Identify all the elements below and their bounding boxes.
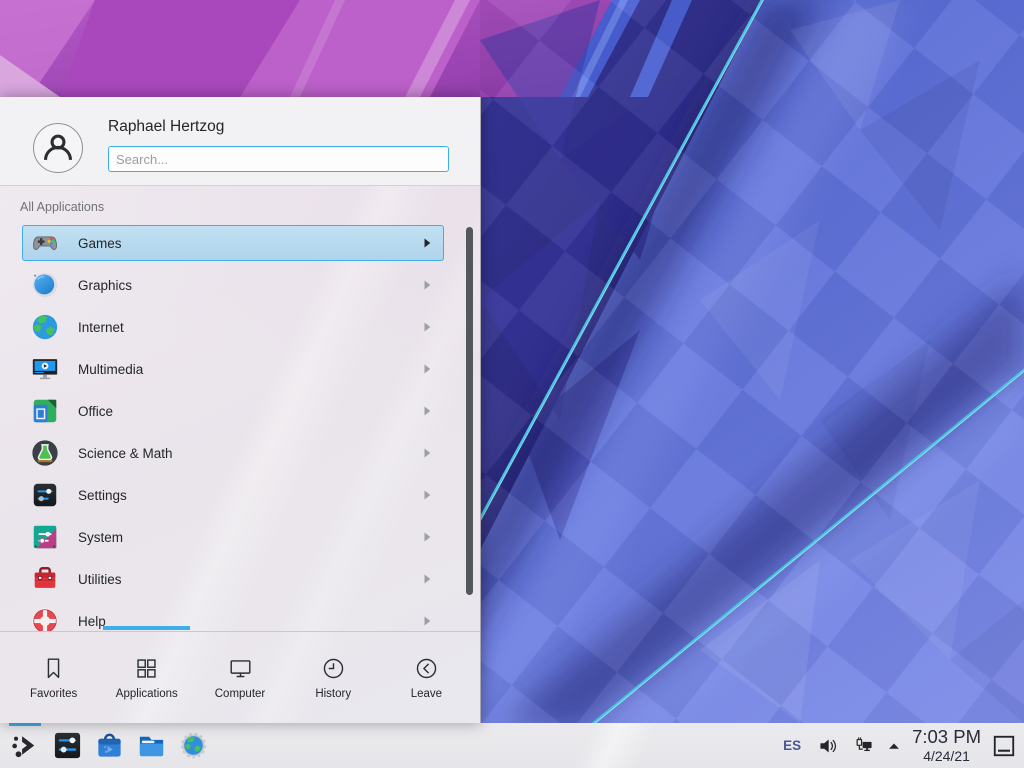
app-item-graphics[interactable]: Graphics	[22, 267, 444, 303]
taskbar-app-buttons	[0, 723, 214, 768]
file-manager-icon	[136, 730, 167, 761]
arrow-right-icon	[424, 364, 431, 374]
file-manager[interactable]	[130, 723, 172, 768]
user-name: Raphael Hertzog	[108, 118, 224, 136]
applications-icon	[133, 655, 160, 682]
office-icon	[30, 396, 60, 426]
app-item-label: Science & Math	[78, 446, 424, 461]
active-tab-indicator	[103, 626, 190, 630]
app-item-help[interactable]: Help	[22, 603, 444, 631]
system-tray: ES 7:03 PM 4/24/21	[774, 723, 1024, 768]
leave-icon	[413, 655, 440, 682]
launcher-header: Raphael Hertzog	[0, 97, 480, 186]
web-browser-icon	[178, 730, 209, 761]
show-desktop-icon	[992, 734, 1016, 758]
section-label: All Applications	[20, 200, 104, 214]
tab-label: Favorites	[30, 688, 77, 700]
show-desktop-button[interactable]	[989, 723, 1019, 768]
tab-label: Leave	[411, 688, 442, 700]
search-input[interactable]	[108, 146, 449, 172]
arrow-right-icon	[424, 406, 431, 416]
arrow-right-icon	[424, 448, 431, 458]
system-settings-icon	[52, 730, 83, 761]
tab-history[interactable]: History	[287, 632, 380, 723]
arrow-right-icon	[424, 532, 431, 542]
clock-date: 4/24/21	[912, 749, 981, 763]
discover-icon	[94, 730, 125, 761]
app-item-label: Graphics	[78, 278, 424, 293]
app-item-label: Multimedia	[78, 362, 424, 377]
user-avatar[interactable]	[33, 123, 83, 173]
utilities-icon	[30, 564, 60, 594]
user-avatar-icon	[39, 129, 77, 167]
tab-label: Applications	[116, 688, 178, 700]
tab-label: Computer	[215, 688, 266, 700]
app-item-system[interactable]: System	[22, 519, 444, 555]
app-item-label: Games	[78, 236, 424, 251]
app-item-label: Office	[78, 404, 424, 419]
caret-up-icon[interactable]	[887, 739, 901, 753]
app-item-settings[interactable]: Settings	[22, 477, 444, 513]
app-item-label: Internet	[78, 320, 424, 335]
games-icon	[30, 228, 60, 258]
graphics-icon	[30, 270, 60, 300]
clock-time: 7:03 PM	[912, 728, 981, 747]
computer-icon	[227, 655, 254, 682]
app-item-games[interactable]: Games	[22, 225, 444, 261]
help-icon	[30, 606, 60, 631]
kde-launcher-icon	[10, 730, 41, 761]
tab-leave[interactable]: Leave	[380, 632, 473, 723]
app-item-office[interactable]: Office	[22, 393, 444, 429]
favorites-icon	[40, 655, 67, 682]
system-icon	[30, 522, 60, 552]
arrow-right-icon	[424, 280, 431, 290]
tab-computer[interactable]: Computer	[193, 632, 286, 723]
app-item-internet[interactable]: Internet	[22, 309, 444, 345]
scrollbar-thumb[interactable]	[466, 227, 473, 595]
app-item-multimedia[interactable]: Multimedia	[22, 351, 444, 387]
arrow-right-icon	[424, 616, 431, 626]
app-item-science-math[interactable]: Science & Math	[22, 435, 444, 471]
launcher-footer-tabs: Favorites Applications Computer History …	[0, 631, 480, 723]
taskbar-panel: ES 7:03 PM 4/24/21	[0, 723, 1024, 768]
application-launcher[interactable]	[4, 723, 46, 768]
arrow-right-icon	[424, 238, 431, 248]
science-icon	[30, 438, 60, 468]
application-launcher-menu: Raphael Hertzog All Applications Games G…	[0, 97, 481, 723]
keyboard-layout-indicator[interactable]: ES	[774, 738, 810, 753]
multimedia-icon	[30, 354, 60, 384]
arrow-right-icon	[424, 574, 431, 584]
arrow-right-icon	[424, 490, 431, 500]
app-item-label: Utilities	[78, 572, 424, 587]
system-settings[interactable]	[46, 723, 88, 768]
tab-applications[interactable]: Applications	[100, 632, 193, 723]
app-item-label: Settings	[78, 488, 424, 503]
tab-label: History	[315, 688, 351, 700]
discover[interactable]	[88, 723, 130, 768]
arrow-right-icon	[424, 322, 431, 332]
tab-favorites[interactable]: Favorites	[7, 632, 100, 723]
web-browser[interactable]	[172, 723, 214, 768]
app-category-list: Games Graphics Internet Multimedia Offic…	[22, 225, 444, 631]
app-item-label: System	[78, 530, 424, 545]
settings-icon	[30, 480, 60, 510]
network-wired-icon[interactable]	[853, 735, 875, 757]
digital-clock[interactable]: 7:03 PM 4/24/21	[912, 728, 981, 764]
history-icon	[320, 655, 347, 682]
app-item-utilities[interactable]: Utilities	[22, 561, 444, 597]
internet-icon	[30, 312, 60, 342]
volume-icon[interactable]	[817, 735, 839, 757]
